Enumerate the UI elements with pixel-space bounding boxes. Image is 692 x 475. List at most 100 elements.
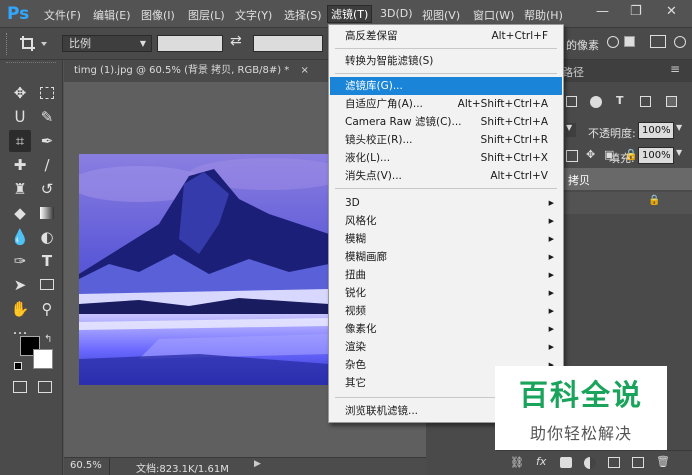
- menu-item-camera-raw[interactable]: Camera Raw 滤镜(C)... Shift+Ctrl+A: [330, 113, 562, 131]
- adjustment-layer-icon[interactable]: [584, 457, 596, 469]
- workspace-icon[interactable]: [650, 35, 666, 48]
- submenu-arrow-icon: ▶: [548, 253, 554, 261]
- quick-selection-tool-icon[interactable]: ✎: [36, 106, 58, 128]
- ratio-select[interactable]: 比例 ▼: [62, 35, 152, 52]
- brush-tool-icon[interactable]: ∕: [36, 154, 58, 176]
- menu-item-adaptive-wide-angle[interactable]: 自适应广角(A)... Alt+Shift+Ctrl+A: [330, 95, 562, 113]
- fill-chevron-icon[interactable]: ▼: [676, 148, 682, 157]
- lock-position-icon[interactable]: ✥: [586, 148, 595, 161]
- menu-filter[interactable]: 滤镜(T): [327, 5, 373, 23]
- menu-item-blur[interactable]: 模糊 ▶: [330, 230, 562, 248]
- height-field[interactable]: [253, 35, 323, 52]
- swap-icon[interactable]: ⇄: [230, 33, 242, 49]
- menu-item-video[interactable]: 视频 ▶: [330, 302, 562, 320]
- menu-item-label: 渲染: [345, 341, 366, 353]
- layer-row-background[interactable]: 🔒: [562, 192, 692, 214]
- menu-item-shortcut: Shift+Ctrl+R: [480, 134, 548, 146]
- default-colors-icon[interactable]: [14, 362, 22, 370]
- filter-type-icon[interactable]: T: [616, 94, 624, 107]
- swap-colors-icon[interactable]: ↰: [44, 334, 52, 345]
- content-aware-checkbox[interactable]: [624, 36, 635, 47]
- opacity-chevron-icon[interactable]: ▼: [676, 123, 682, 132]
- menu-layer[interactable]: 图层(L): [188, 7, 225, 23]
- menu-file[interactable]: 文件(F): [44, 7, 81, 23]
- menu-item-stylize[interactable]: 风格化 ▶: [330, 212, 562, 230]
- menu-item-distort[interactable]: 扭曲 ▶: [330, 266, 562, 284]
- search-icon[interactable]: [674, 36, 686, 48]
- path-selection-tool-icon[interactable]: ➤: [9, 274, 31, 296]
- eraser-tool-icon[interactable]: ◆: [9, 202, 31, 224]
- background-color-swatch[interactable]: [33, 349, 53, 369]
- filter-shape-icon[interactable]: [640, 96, 651, 107]
- menu-item-pixelate[interactable]: 像素化 ▶: [330, 320, 562, 338]
- screen-mode-icon[interactable]: [38, 381, 52, 393]
- menu-item-sharpen[interactable]: 锐化 ▶: [330, 284, 562, 302]
- gradient-tool-icon[interactable]: [36, 202, 58, 224]
- menu-image[interactable]: 图像(I): [141, 7, 175, 23]
- new-group-icon[interactable]: [608, 457, 620, 468]
- history-brush-tool-icon[interactable]: ↺: [36, 178, 58, 200]
- blur-tool-icon[interactable]: 💧: [9, 226, 31, 248]
- close-tab-icon[interactable]: ×: [300, 65, 308, 76]
- dodge-tool-icon[interactable]: ◐: [36, 226, 58, 248]
- fx-icon[interactable]: fx: [536, 455, 546, 468]
- menu-item-lens-correction[interactable]: 镜头校正(R)... Shift+Ctrl+R: [330, 131, 562, 149]
- zoom-tool-icon[interactable]: ⚲: [36, 298, 58, 320]
- lasso-tool-icon[interactable]: ᑌ: [9, 106, 31, 128]
- close-button[interactable]: ✕: [666, 4, 677, 19]
- menu-window[interactable]: 窗口(W): [473, 7, 514, 23]
- rectangle-tool-icon[interactable]: [36, 274, 58, 296]
- crop-tool-icon[interactable]: ⌗: [9, 130, 31, 152]
- healing-brush-tool-icon[interactable]: ✚: [9, 154, 31, 176]
- blend-mode-chevron-icon[interactable]: ▼: [566, 123, 576, 137]
- menu-item-filter-gallery[interactable]: 滤镜库(G)...: [330, 77, 562, 95]
- menu-edit[interactable]: 编辑(E): [93, 7, 131, 23]
- submenu-arrow-icon: ▶: [548, 289, 554, 297]
- type-tool-icon[interactable]: T: [36, 250, 58, 272]
- paths-tab[interactable]: 路径: [562, 64, 584, 80]
- width-field[interactable]: [157, 35, 223, 52]
- menu-item-vanishing-point[interactable]: 消失点(V)... Alt+Ctrl+V: [330, 167, 562, 185]
- layer-row-copy[interactable]: 拷贝: [562, 168, 692, 190]
- filter-pixel-icon[interactable]: [566, 96, 577, 107]
- delete-layer-icon[interactable]: 🗑: [656, 455, 670, 468]
- restore-button[interactable]: ❐: [630, 4, 642, 19]
- move-tool-icon[interactable]: ✥: [9, 82, 31, 104]
- add-mask-icon[interactable]: [560, 457, 572, 468]
- new-layer-icon[interactable]: [632, 457, 644, 468]
- submenu-arrow-icon: ▶: [548, 271, 554, 279]
- link-layers-icon[interactable]: ⛓: [510, 456, 524, 469]
- menu-item-liquify[interactable]: 液化(L)... Shift+Ctrl+X: [330, 149, 562, 167]
- fill-input[interactable]: 100%: [638, 147, 674, 164]
- opacity-input[interactable]: 100%: [638, 122, 674, 139]
- status-arrow-icon[interactable]: ▶: [254, 459, 261, 469]
- menu-view[interactable]: 视图(V): [422, 7, 460, 23]
- minimize-button[interactable]: —: [596, 4, 609, 19]
- menu-item-blur-gallery[interactable]: 模糊画廊 ▶: [330, 248, 562, 266]
- filter-smart-icon[interactable]: [666, 96, 677, 107]
- search-icon[interactable]: [607, 36, 619, 48]
- eyedropper-tool-icon[interactable]: ✒: [36, 130, 58, 152]
- panel-menu-icon[interactable]: ≡: [670, 62, 680, 76]
- menu-3d[interactable]: 3D(D): [380, 7, 413, 20]
- hand-tool-icon[interactable]: ✋: [9, 298, 31, 320]
- menu-item-convert-smart-filters[interactable]: 转换为智能滤镜(S): [330, 52, 562, 70]
- menu-item-render[interactable]: 渲染 ▶: [330, 338, 562, 356]
- marquee-tool-icon[interactable]: [36, 82, 58, 104]
- lock-pixels-icon[interactable]: [566, 150, 578, 162]
- menu-select[interactable]: 选择(S): [284, 7, 322, 23]
- crop-tool-preset[interactable]: [18, 34, 48, 54]
- zoom-level[interactable]: 60.5%: [70, 460, 102, 471]
- document-tab[interactable]: timg (1).jpg @ 60.5% (背景 拷贝, RGB/8#) * ×: [74, 60, 309, 82]
- menu-item-3d[interactable]: 3D ▶: [330, 194, 562, 212]
- menu-help[interactable]: 帮助(H): [524, 7, 563, 23]
- clone-stamp-tool-icon[interactable]: ♜: [9, 178, 31, 200]
- submenu-arrow-icon: ▶: [548, 325, 554, 333]
- pen-tool-icon[interactable]: ✑: [9, 250, 31, 272]
- quick-mask-icon[interactable]: [13, 381, 27, 393]
- menu-bar: Ps 文件(F) 编辑(E) 图像(I) 图层(L) 文字(Y) 选择(S) 滤…: [0, 0, 692, 27]
- filter-adjustment-icon[interactable]: [590, 96, 602, 108]
- menu-type[interactable]: 文字(Y): [235, 7, 272, 23]
- menu-item-high-pass[interactable]: 高反差保留 Alt+Ctrl+F: [330, 27, 562, 45]
- document-image[interactable]: [79, 154, 329, 385]
